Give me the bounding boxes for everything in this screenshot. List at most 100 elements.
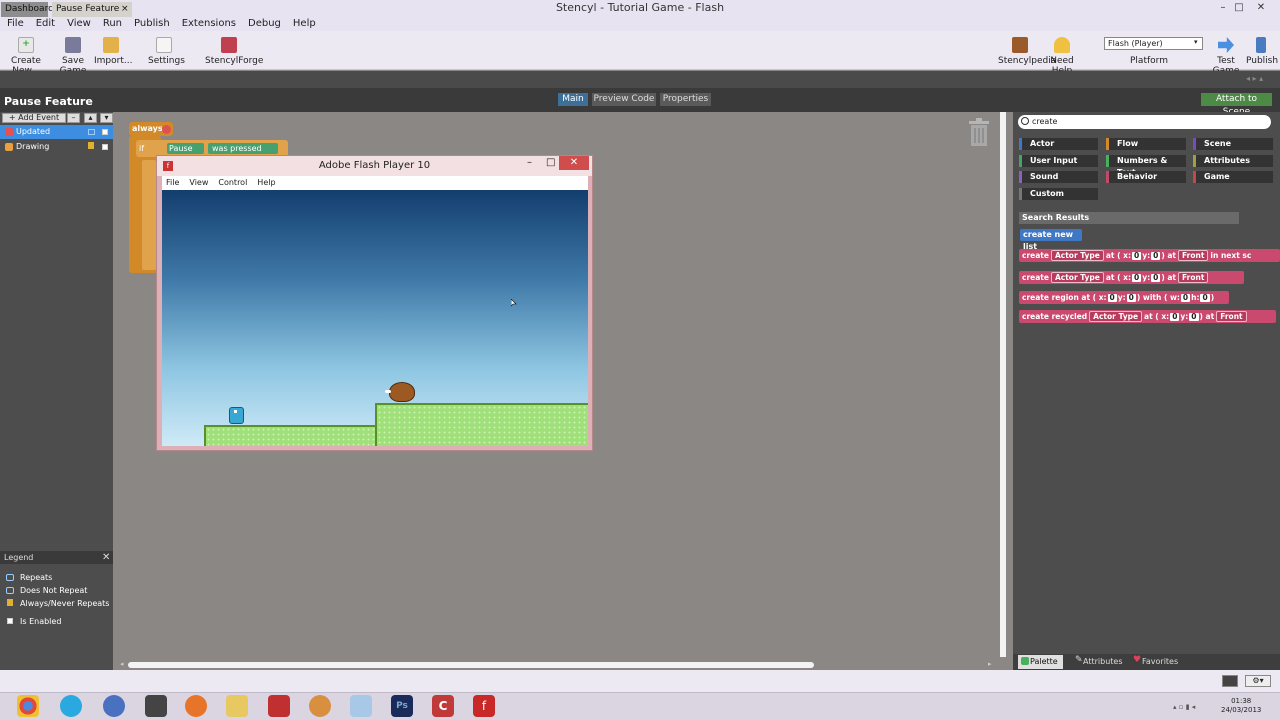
- itunes-icon[interactable]: [103, 695, 125, 717]
- scroll-left-arrow[interactable]: ◂: [120, 660, 124, 668]
- category-flow[interactable]: Flow: [1106, 138, 1186, 150]
- event-updated[interactable]: Updated: [0, 125, 113, 139]
- flash-taskbar-icon[interactable]: f: [473, 695, 495, 717]
- create-new-list-block[interactable]: create new list: [1020, 229, 1082, 251]
- height-field[interactable]: 0: [1200, 294, 1210, 302]
- menu-file[interactable]: File: [7, 16, 24, 31]
- gear-icon[interactable]: ⚙▾: [1245, 675, 1271, 687]
- steam-icon[interactable]: [145, 695, 167, 717]
- move-up-button[interactable]: ▴: [84, 113, 97, 123]
- platform-select[interactable]: Flash (Player): [1104, 37, 1203, 50]
- attach-to-scene-button[interactable]: Attach to Scene: [1201, 93, 1272, 117]
- menu-extensions[interactable]: Extensions: [182, 16, 236, 31]
- layer-dropdown[interactable]: Front: [1178, 272, 1209, 283]
- category-attributes[interactable]: Attributes: [1193, 155, 1273, 167]
- folder-icon[interactable]: [226, 695, 248, 717]
- save-game-button[interactable]: Save Game: [53, 34, 93, 76]
- tab-pause-feature[interactable]: Pause Feature: [52, 2, 132, 17]
- y-field[interactable]: 0: [1126, 294, 1136, 302]
- event-drawing[interactable]: Drawing: [0, 140, 113, 154]
- tab-dashboard[interactable]: Dashboard: [1, 2, 54, 17]
- y-field[interactable]: 0: [1189, 313, 1199, 321]
- menu-run[interactable]: Run: [103, 16, 122, 31]
- category-actor[interactable]: Actor: [1019, 138, 1098, 150]
- trash-icon[interactable]: [966, 117, 992, 147]
- category-sound[interactable]: Sound: [1019, 171, 1098, 183]
- actor-type-dropdown[interactable]: Actor Type: [1050, 272, 1104, 283]
- photoshop-icon[interactable]: Ps: [391, 695, 413, 717]
- menu-view[interactable]: View: [67, 16, 91, 31]
- close-button[interactable]: ✕: [1250, 0, 1272, 16]
- menu-help[interactable]: Help: [293, 16, 316, 31]
- category-behavior[interactable]: Behavior: [1106, 171, 1186, 183]
- flash-menu-help[interactable]: Help: [257, 176, 275, 190]
- properties-button[interactable]: Properties: [660, 93, 711, 106]
- y-field[interactable]: 0: [1151, 274, 1161, 282]
- test-game-button[interactable]: Test Game: [1207, 34, 1245, 76]
- create-actor-next-block[interactable]: create Actor Type at ( x: 0 y: 0) at Front in n…: [1019, 249, 1280, 262]
- flash-menu-control[interactable]: Control: [218, 176, 247, 190]
- maximize-button[interactable]: □: [1228, 0, 1250, 16]
- add-event-button[interactable]: + Add Event: [2, 113, 66, 123]
- category-scene[interactable]: Scene: [1193, 138, 1273, 150]
- legend-close-icon[interactable]: ✕: [102, 552, 110, 563]
- main-button[interactable]: Main: [558, 93, 588, 106]
- stencyl-taskbar-icon[interactable]: C: [432, 695, 454, 717]
- layer-dropdown[interactable]: Front: [1178, 250, 1209, 261]
- flash-menu-view[interactable]: View: [189, 176, 208, 190]
- key-state-select[interactable]: was pressed: [208, 143, 278, 154]
- create-recycled-block[interactable]: create recycled Actor Type at ( x: 0 y: 0) at…: [1019, 310, 1276, 323]
- create-new-button[interactable]: +Create New...: [3, 34, 49, 76]
- category-numbers-text[interactable]: Numbers & Text: [1106, 155, 1186, 177]
- x-field[interactable]: 0: [1131, 274, 1142, 282]
- vertical-scrollbar[interactable]: [1000, 112, 1006, 657]
- enabled-checkbox[interactable]: [102, 144, 108, 150]
- need-help-button[interactable]: Need Help: [1044, 34, 1080, 76]
- x-field[interactable]: 0: [1107, 294, 1117, 302]
- firefox-icon[interactable]: [185, 695, 207, 717]
- stencylforge-button[interactable]: StencylForge: [205, 34, 263, 66]
- horizontal-scrollbar[interactable]: [128, 662, 814, 668]
- category-user-input[interactable]: User Input: [1019, 155, 1098, 167]
- category-game[interactable]: Game: [1193, 171, 1273, 183]
- category-custom[interactable]: Custom: [1019, 188, 1098, 200]
- chrome-icon[interactable]: [17, 695, 39, 717]
- publish-button[interactable]: Publish: [1246, 34, 1278, 66]
- notes-icon[interactable]: [350, 695, 372, 717]
- flash-menu-file[interactable]: File: [166, 176, 179, 190]
- create-actor-block[interactable]: create Actor Type at ( x: 0 y: 0) at Front: [1019, 271, 1244, 284]
- width-field[interactable]: 0: [1180, 294, 1191, 302]
- scroll-right-arrow[interactable]: ▸: [988, 660, 992, 668]
- layer-dropdown[interactable]: Front: [1216, 311, 1247, 322]
- menu-debug[interactable]: Debug: [248, 16, 281, 31]
- menu-publish[interactable]: Publish: [134, 16, 170, 31]
- enabled-checkbox[interactable]: [102, 129, 108, 135]
- actor-type-dropdown[interactable]: Actor Type: [1050, 250, 1104, 261]
- log-viewer-icon[interactable]: [1222, 675, 1238, 687]
- import-button[interactable]: Import...: [94, 34, 132, 66]
- remove-event-button[interactable]: –: [67, 113, 80, 123]
- remove-block-icon[interactable]: [162, 125, 171, 134]
- settings-button[interactable]: Settings: [148, 34, 185, 66]
- tab-close-icon[interactable]: ×: [121, 2, 129, 17]
- x-field[interactable]: 0: [1131, 252, 1142, 260]
- move-down-button[interactable]: ▾: [100, 113, 113, 123]
- skype-icon[interactable]: [60, 695, 82, 717]
- preview-code-button[interactable]: Preview Code: [592, 93, 656, 106]
- create-region-block[interactable]: create region at ( x: 0 y: 0) with ( w: 0 h: 0…: [1019, 291, 1229, 304]
- y-field[interactable]: 0: [1151, 252, 1161, 260]
- flash-minimize-button[interactable]: –: [527, 157, 532, 168]
- key-select-pause[interactable]: Pause: [167, 143, 204, 154]
- flash-close-button[interactable]: ✕: [559, 156, 589, 170]
- tab-scroll-arrows[interactable]: ◂ ▸ ▴: [1246, 74, 1263, 83]
- x-field[interactable]: 0: [1170, 313, 1180, 321]
- book-app-icon[interactable]: [268, 695, 290, 717]
- palette-search-input[interactable]: create: [1018, 115, 1271, 129]
- menu-edit[interactable]: Edit: [36, 16, 55, 31]
- system-clock[interactable]: 01:38 24/03/2013: [1221, 697, 1261, 715]
- stencylpedia-button[interactable]: Stencylpedia: [998, 34, 1056, 66]
- tray-icons[interactable]: ▴ ▫ ▮ ◂: [1173, 703, 1195, 711]
- paint-icon[interactable]: [309, 695, 331, 717]
- actor-type-dropdown[interactable]: Actor Type: [1089, 311, 1143, 322]
- flash-maximize-button[interactable]: □: [546, 157, 555, 168]
